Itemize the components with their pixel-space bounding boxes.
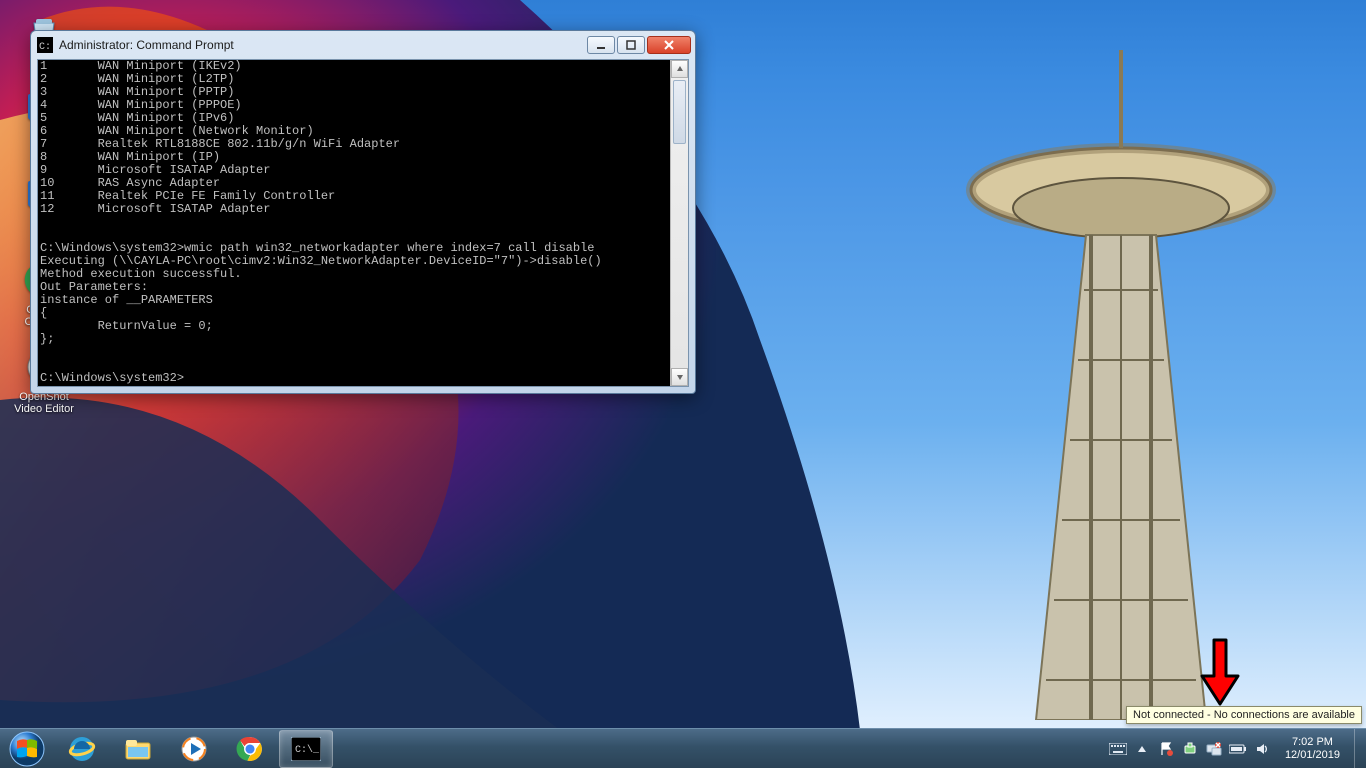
- wallpaper-decor-needle: [886, 40, 1306, 720]
- taskbar: C:\_ 7:02 PM 12/01/2019: [0, 728, 1366, 768]
- cmd-client-area: 1 WAN Miniport (IKEv2) 2 WAN Miniport (L…: [37, 59, 689, 387]
- volume-icon[interactable]: [1253, 740, 1271, 758]
- taskbar-item-ie[interactable]: [55, 730, 109, 768]
- maximize-button[interactable]: [617, 36, 645, 54]
- taskbar-item-wmp[interactable]: [167, 730, 221, 768]
- cmd-title: Administrator: Command Prompt: [59, 38, 587, 52]
- show-hidden-icon[interactable]: [1133, 740, 1151, 758]
- system-tray: 7:02 PM 12/01/2019: [1103, 729, 1366, 768]
- tooltip-text: Not connected - No connections are avail…: [1133, 709, 1355, 721]
- scroll-down-button[interactable]: [671, 368, 688, 386]
- taskbar-item-cmd[interactable]: C:\_: [279, 730, 333, 768]
- cmd-titlebar[interactable]: C: Administrator: Command Prompt: [31, 31, 695, 59]
- battery-icon[interactable]: [1229, 740, 1247, 758]
- cmd-scrollbar[interactable]: [670, 60, 688, 386]
- taskbar-spacer: [334, 729, 1103, 768]
- keyboard-icon[interactable]: [1109, 740, 1127, 758]
- cmd-icon: C:: [37, 37, 53, 53]
- network-icon[interactable]: [1205, 740, 1223, 758]
- network-tooltip: Not connected - No connections are avail…: [1126, 706, 1362, 724]
- scroll-up-button[interactable]: [671, 60, 688, 78]
- minimize-button[interactable]: [587, 36, 615, 54]
- taskbar-item-chrome[interactable]: [223, 730, 277, 768]
- show-desktop-button[interactable]: [1354, 729, 1364, 768]
- safely-remove-icon[interactable]: [1181, 740, 1199, 758]
- svg-text:C:: C:: [39, 42, 51, 53]
- taskbar-pinned: C:\_: [54, 729, 334, 768]
- action-center-flag-icon[interactable]: [1157, 740, 1175, 758]
- annotation-arrow-icon: [1200, 638, 1240, 708]
- cmd-output[interactable]: 1 WAN Miniport (IKEv2) 2 WAN Miniport (L…: [38, 60, 670, 386]
- svg-text:C:\_: C:\_: [295, 744, 320, 756]
- close-button[interactable]: [647, 36, 691, 54]
- window-controls: [587, 36, 691, 54]
- clock-date: 12/01/2019: [1285, 749, 1340, 762]
- scroll-thumb[interactable]: [673, 80, 686, 144]
- start-button[interactable]: [0, 729, 54, 768]
- clock-time: 7:02 PM: [1285, 736, 1340, 749]
- cmd-window[interactable]: C: Administrator: Command Prompt 1 WAN M…: [30, 30, 696, 394]
- taskbar-item-explorer[interactable]: [111, 730, 165, 768]
- desktop-icon-label: OpenShot Video Editor: [14, 391, 74, 415]
- taskbar-clock[interactable]: 7:02 PM 12/01/2019: [1277, 736, 1348, 762]
